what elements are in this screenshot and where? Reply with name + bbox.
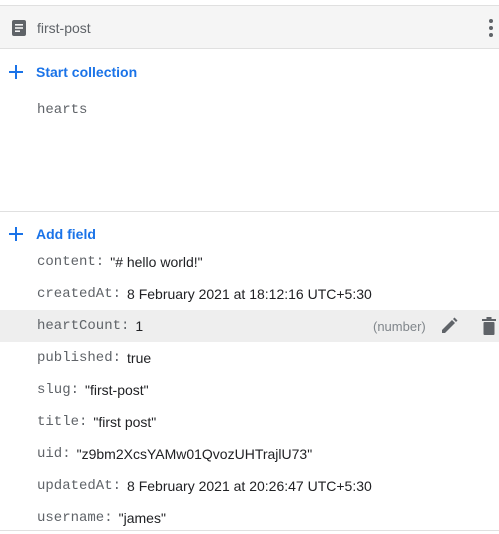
field-value: 8 February 2021 at 18:12:16 UTC+5:30 (127, 286, 372, 302)
field-key: updatedAt: (37, 478, 122, 494)
document-header: first-post (0, 6, 499, 49)
plus-icon (9, 65, 23, 79)
start-collection-button[interactable]: Start collection (8, 60, 137, 84)
field-key: title: (37, 414, 88, 430)
trash-icon[interactable] (481, 317, 497, 335)
more-vert-icon[interactable] (488, 18, 494, 38)
field-value: 8 February 2021 at 20:26:47 UTC+5:30 (127, 478, 372, 494)
field-key: createdAt: (37, 286, 122, 302)
field-value: "# hello world!" (110, 254, 203, 270)
field-row-content[interactable]: content: "# hello world!" (0, 246, 499, 278)
field-row-updatedAt[interactable]: updatedAt: 8 February 2021 at 20:26:47 U… (0, 470, 499, 502)
start-collection-label: Start collection (36, 64, 138, 80)
field-value: "james" (118, 510, 166, 526)
add-field-label: Add field (36, 226, 96, 242)
field-row-published[interactable]: published: true (0, 342, 499, 374)
field-key: published: (37, 350, 122, 366)
field-value: 1 (135, 318, 144, 334)
field-row-createdAt[interactable]: createdAt: 8 February 2021 at 18:12:16 U… (0, 278, 499, 310)
field-row-slug[interactable]: slug: "first-post" (0, 374, 499, 406)
add-field-button[interactable]: Add field (8, 222, 96, 246)
edit-icon[interactable] (440, 317, 458, 335)
section-divider (0, 211, 499, 212)
field-row-title[interactable]: title: "first post" (0, 406, 499, 438)
field-key: slug: (37, 382, 80, 398)
field-value: "first post" (93, 414, 157, 430)
field-value: true (127, 350, 152, 366)
document-title: first-post (37, 20, 91, 36)
field-key: uid: (37, 446, 71, 462)
field-value: "first-post" (85, 382, 149, 398)
field-row-uid[interactable]: uid: "z9bm2XcsYAMw01QvozUHTrajlU73" (0, 438, 499, 470)
field-row-heartCount[interactable]: heartCount: 1 (number) (0, 310, 499, 342)
field-value: "z9bm2XcsYAMw01QvozUHTrajlU73" (76, 446, 313, 462)
field-key: username: (37, 510, 113, 526)
bottom-border (0, 530, 499, 531)
collection-item[interactable]: hearts (37, 102, 87, 118)
document-icon (12, 20, 26, 36)
plus-icon (9, 227, 23, 241)
field-type: (number) (373, 318, 426, 334)
field-key: heartCount: (37, 318, 130, 334)
field-key: content: (37, 254, 105, 270)
